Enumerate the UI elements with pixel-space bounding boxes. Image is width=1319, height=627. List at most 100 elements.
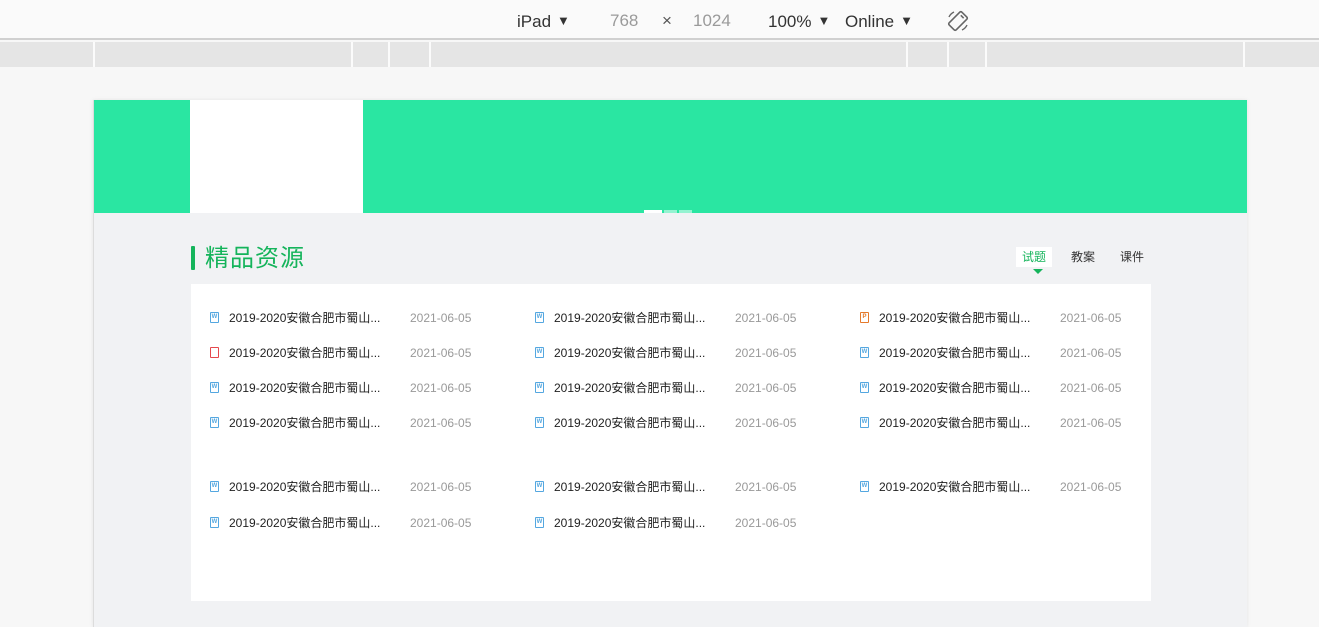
tab-label: 教案: [1071, 250, 1096, 264]
word-file-icon: W: [210, 312, 219, 323]
ruler-tick: [351, 42, 353, 67]
chevron-down-icon: ▼: [900, 13, 914, 28]
resource-date: 2021-06-05: [410, 480, 472, 494]
zoom-label: 100%: [768, 12, 812, 31]
word-file-icon: W: [535, 312, 544, 323]
resource-title[interactable]: 2019-2020安徽合肥市蜀山...: [229, 415, 389, 431]
resource-title[interactable]: 2019-2020安徽合肥市蜀山...: [879, 479, 1039, 495]
resource-item[interactable]: W 2019-2020安徽合肥市蜀山... 2021-06-05: [535, 415, 815, 431]
device-toolbar: iPad ▼ 768 × 1024 100% ▼ Online ▼: [0, 0, 1319, 40]
resource-item[interactable]: W 2019-2020安徽合肥市蜀山... 2021-06-05: [535, 310, 815, 326]
word-file-icon: W: [535, 417, 544, 428]
caret-down-icon: [1033, 269, 1043, 274]
word-file-icon: W: [535, 481, 544, 492]
resource-item[interactable]: 2019-2020安徽合肥市蜀山... 2021-06-05: [210, 345, 490, 361]
resource-title[interactable]: 2019-2020安徽合肥市蜀山...: [554, 479, 714, 495]
pdf-file-icon: [210, 347, 219, 358]
resource-panel: W 2019-2020安徽合肥市蜀山... 2021-06-05 W 2019-2020…: [191, 284, 1151, 601]
word-file-icon: W: [860, 382, 869, 393]
word-file-icon: W: [860, 417, 869, 428]
ruler-tick: [1243, 42, 1245, 67]
rotate-icon[interactable]: [946, 9, 970, 33]
resource-date: 2021-06-05: [410, 516, 472, 530]
tab-exam[interactable]: 试题: [1016, 247, 1053, 274]
resource-item[interactable]: W 2019-2020安徽合肥市蜀山... 2021-06-05: [860, 479, 1140, 495]
ruler-tick: [388, 42, 390, 67]
resource-date: 2021-06-05: [410, 416, 472, 430]
resource-title[interactable]: 2019-2020安徽合肥市蜀山...: [229, 345, 389, 361]
word-file-icon: W: [535, 517, 544, 528]
resource-item[interactable]: W 2019-2020安徽合肥市蜀山... 2021-06-05: [860, 345, 1140, 361]
resource-date: 2021-06-05: [1060, 480, 1122, 494]
resource-title[interactable]: 2019-2020安徽合肥市蜀山...: [229, 380, 389, 396]
device-select[interactable]: iPad ▼: [517, 10, 570, 33]
resource-title[interactable]: 2019-2020安徽合肥市蜀山...: [879, 415, 1039, 431]
resource-date: 2021-06-05: [735, 416, 797, 430]
word-file-icon: W: [535, 382, 544, 393]
tab-lesson-plan[interactable]: 教案: [1065, 247, 1101, 267]
ruler-tick: [93, 42, 95, 67]
resource-title[interactable]: 2019-2020安徽合肥市蜀山...: [229, 310, 389, 326]
word-file-icon: W: [535, 347, 544, 358]
resource-item[interactable]: W 2019-2020安徽合肥市蜀山... 2021-06-05: [210, 380, 490, 396]
resource-title[interactable]: 2019-2020安徽合肥市蜀山...: [879, 380, 1039, 396]
resource-title[interactable]: 2019-2020安徽合肥市蜀山...: [229, 515, 389, 531]
zoom-select[interactable]: 100% ▼: [768, 10, 830, 33]
resource-date: 2021-06-05: [1060, 311, 1122, 325]
emulated-viewport: 精品资源 试题 教案 课件 W 2019-2020安徽合肥市蜀山... 2021-0…: [93, 100, 1247, 627]
section-accent-bar: [191, 246, 195, 270]
media-query-ruler[interactable]: [0, 42, 1319, 67]
resource-item[interactable]: W 2019-2020安徽合肥市蜀山... 2021-06-05: [210, 479, 490, 495]
carousel-dot[interactable]: [679, 210, 692, 213]
carousel-dot[interactable]: [644, 210, 662, 213]
device-label: iPad: [517, 12, 552, 31]
resource-item[interactable]: P 2019-2020安徽合肥市蜀山... 2021-06-05: [860, 310, 1140, 326]
ppt-file-icon: P: [860, 312, 869, 323]
dimension-separator: ×: [662, 11, 672, 30]
resource-item[interactable]: W 2019-2020安徽合肥市蜀山... 2021-06-05: [860, 415, 1140, 431]
banner-carousel[interactable]: [94, 100, 1247, 213]
resource-date: 2021-06-05: [735, 311, 797, 325]
resource-title[interactable]: 2019-2020安徽合肥市蜀山...: [554, 515, 714, 531]
resource-title[interactable]: 2019-2020安徽合肥市蜀山...: [879, 345, 1039, 361]
resource-item[interactable]: W 2019-2020安徽合肥市蜀山... 2021-06-05: [535, 345, 815, 361]
ruler-tick: [985, 42, 987, 67]
resource-date: 2021-06-05: [735, 480, 797, 494]
resource-date: 2021-06-05: [410, 311, 472, 325]
tab-label: 课件: [1120, 250, 1145, 264]
word-file-icon: W: [210, 517, 219, 528]
resource-title[interactable]: 2019-2020安徽合肥市蜀山...: [229, 479, 389, 495]
resource-item[interactable]: W 2019-2020安徽合肥市蜀山... 2021-06-05: [210, 310, 490, 326]
resource-date: 2021-06-05: [1060, 416, 1122, 430]
banner-image[interactable]: [190, 100, 363, 213]
word-file-icon: W: [210, 481, 219, 492]
carousel-dot[interactable]: [664, 210, 677, 213]
width-input[interactable]: 768: [610, 10, 638, 32]
carousel-indicators: [644, 200, 694, 213]
network-label: Online: [845, 12, 895, 31]
resource-date: 2021-06-05: [1060, 381, 1122, 395]
resource-item[interactable]: W 2019-2020安徽合肥市蜀山... 2021-06-05: [860, 380, 1140, 396]
tab-courseware[interactable]: 课件: [1114, 247, 1150, 267]
resource-title[interactable]: 2019-2020安徽合肥市蜀山...: [554, 415, 714, 431]
resource-item[interactable]: W 2019-2020安徽合肥市蜀山... 2021-06-05: [210, 515, 490, 531]
resource-item[interactable]: W 2019-2020安徽合肥市蜀山... 2021-06-05: [210, 415, 490, 431]
resource-item[interactable]: W 2019-2020安徽合肥市蜀山... 2021-06-05: [535, 515, 815, 531]
word-file-icon: W: [210, 382, 219, 393]
network-throttle-select[interactable]: Online ▼: [845, 10, 913, 33]
ruler-tick: [947, 42, 949, 67]
word-file-icon: W: [210, 417, 219, 428]
word-file-icon: W: [860, 347, 869, 358]
tab-label: 试题: [1022, 250, 1047, 264]
resource-title[interactable]: 2019-2020安徽合肥市蜀山...: [554, 310, 714, 326]
resource-title[interactable]: 2019-2020安徽合肥市蜀山...: [554, 345, 714, 361]
chevron-down-icon: ▼: [557, 13, 570, 28]
resource-item[interactable]: W 2019-2020安徽合肥市蜀山... 2021-06-05: [535, 479, 815, 495]
resource-title[interactable]: 2019-2020安徽合肥市蜀山...: [554, 380, 714, 396]
resource-date: 2021-06-05: [410, 381, 472, 395]
resource-title[interactable]: 2019-2020安徽合肥市蜀山...: [879, 310, 1039, 326]
resource-date: 2021-06-05: [410, 346, 472, 360]
resource-item[interactable]: W 2019-2020安徽合肥市蜀山... 2021-06-05: [535, 380, 815, 396]
height-input[interactable]: 1024: [693, 10, 731, 32]
chevron-down-icon: ▼: [817, 13, 831, 28]
